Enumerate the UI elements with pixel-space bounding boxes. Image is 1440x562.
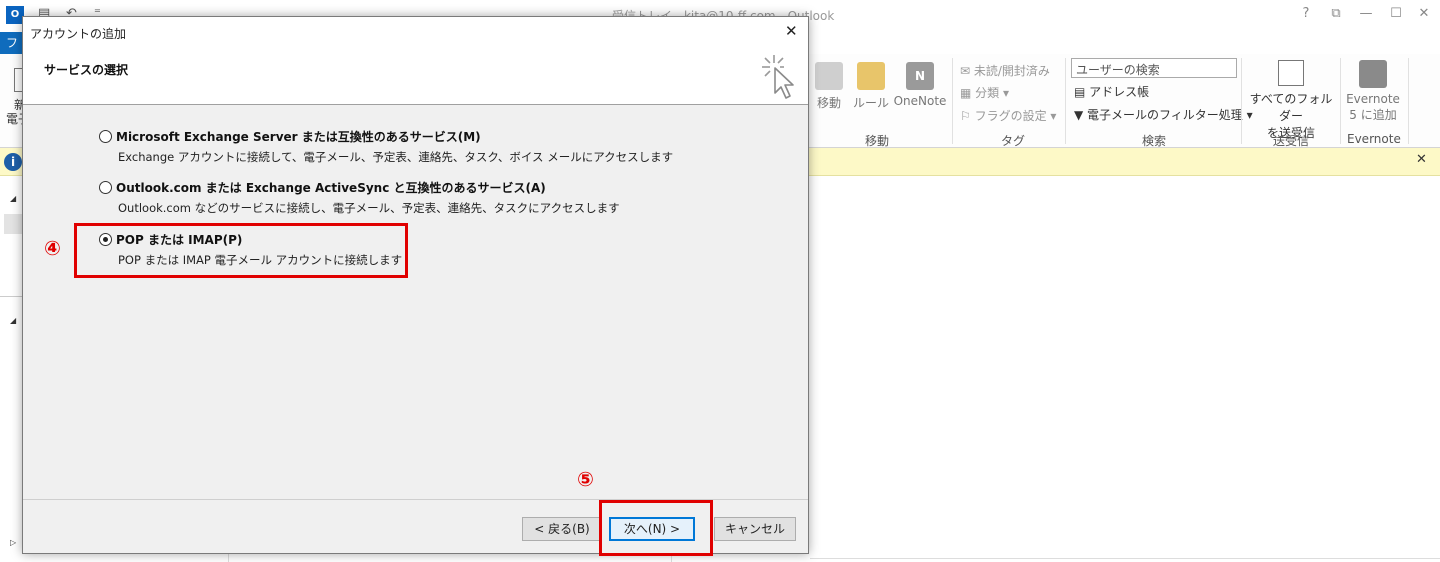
- categorize-button[interactable]: ▦ 分類 ▾: [960, 84, 1009, 101]
- categorize-icon: ▦: [960, 86, 976, 100]
- unread-read-button[interactable]: ✉ 未読/開封済み: [960, 62, 1050, 79]
- evernote-icon: [1359, 60, 1387, 88]
- onenote-icon: N: [906, 62, 934, 90]
- evernote-add-button[interactable]: Evernote 5 に追加: [1342, 60, 1404, 123]
- collapse-arrow-icon[interactable]: ▷: [10, 538, 16, 547]
- group-separator: [952, 58, 953, 144]
- add-account-dialog: アカウントの追加 ✕ サービスの選択 Microsoft Exchange Se…: [22, 16, 809, 554]
- onenote-label: OneNote: [893, 94, 947, 108]
- infobar-close-icon[interactable]: ✕: [1416, 152, 1427, 167]
- move-label: 移動: [816, 96, 841, 110]
- rules-icon: [857, 62, 885, 90]
- expand-arrow-icon[interactable]: ◢: [10, 316, 16, 325]
- search-people-input[interactable]: ユーザーの検索: [1071, 58, 1237, 78]
- rules-button[interactable]: ルール: [852, 62, 890, 111]
- group-separator: [1408, 58, 1409, 144]
- dialog-header: サービスの選択: [23, 47, 808, 105]
- group-separator: [1241, 58, 1242, 144]
- radio-outlook-com[interactable]: [99, 181, 112, 194]
- dialog-close-icon[interactable]: ✕: [785, 22, 798, 40]
- wizard-cursor-icon: [762, 55, 794, 99]
- option-exchange-label[interactable]: Microsoft Exchange Server または互換性のあるサービス(…: [116, 128, 481, 145]
- info-icon: i: [4, 153, 22, 171]
- group-move-label: 移動: [865, 134, 890, 148]
- dialog-subtitle: サービスの選択: [44, 63, 129, 77]
- expand-arrow-icon[interactable]: ◢: [10, 194, 16, 203]
- group-evernote-label: Evernote: [1347, 132, 1401, 146]
- divider: [810, 558, 1440, 559]
- chevron-down-icon: ▾: [1046, 109, 1057, 123]
- flag-icon: ⚐: [960, 109, 975, 123]
- envelope-open-icon: ✉: [960, 64, 974, 78]
- send-receive-all-button[interactable]: すべてのフォルダー を送受信: [1244, 60, 1338, 141]
- option-exchange-description: Exchange アカウントに接続して、電子メール、予定表、連絡先、タスク、ボイ…: [118, 150, 674, 164]
- group-separator: [1065, 58, 1066, 144]
- minimize-icon[interactable]: —: [1356, 6, 1376, 21]
- group-find-label: 検索: [1142, 134, 1167, 148]
- send-receive-all-icon: [1278, 60, 1304, 86]
- filter-icon: ▼: [1074, 108, 1088, 122]
- group-send-receive-label: 送受信: [1273, 134, 1310, 148]
- rules-label: ルール: [852, 96, 889, 110]
- option-outlook-com-label[interactable]: Outlook.com または Exchange ActiveSync と互換性…: [116, 179, 546, 196]
- address-book-icon: ▤: [1074, 85, 1090, 99]
- highlight-next: [599, 500, 713, 556]
- highlight-pop-imap: [74, 223, 408, 278]
- group-tags-label: タグ: [1001, 134, 1026, 148]
- step-5-marker: ⑤: [577, 467, 594, 491]
- selected-folder[interactable]: [4, 214, 22, 234]
- radio-exchange[interactable]: [99, 130, 112, 143]
- move-button[interactable]: 移動: [812, 62, 846, 111]
- flag-button[interactable]: ⚐ フラグの設定 ▾: [960, 107, 1056, 124]
- ribbon-display-icon[interactable]: ⧉: [1326, 6, 1346, 21]
- dialog-title: アカウントの追加: [30, 27, 127, 41]
- address-book-button[interactable]: ▤ アドレス帳: [1074, 83, 1149, 100]
- cancel-button[interactable]: キャンセル: [714, 517, 796, 541]
- maximize-icon[interactable]: ☐: [1386, 6, 1406, 21]
- chevron-down-icon: ▾: [999, 86, 1010, 100]
- onenote-button[interactable]: N OneNote: [892, 62, 948, 108]
- divider: [0, 296, 22, 297]
- option-outlook-com-description: Outlook.com などのサービスに接続し、電子メール、予定表、連絡先、タス…: [118, 201, 620, 215]
- move-icon: [815, 62, 843, 90]
- filter-email-button[interactable]: ▼ 電子メールのフィルター処理 ▾: [1074, 106, 1253, 123]
- dialog-titlebar: アカウントの追加 ✕: [23, 17, 808, 47]
- tab-file[interactable]: ファイル: [0, 32, 24, 54]
- close-window-icon[interactable]: ✕: [1414, 6, 1434, 21]
- group-separator: [1340, 58, 1341, 144]
- back-button[interactable]: < 戻る(B): [522, 517, 602, 541]
- help-icon[interactable]: ?: [1296, 6, 1316, 21]
- step-4-marker: ④: [44, 236, 61, 260]
